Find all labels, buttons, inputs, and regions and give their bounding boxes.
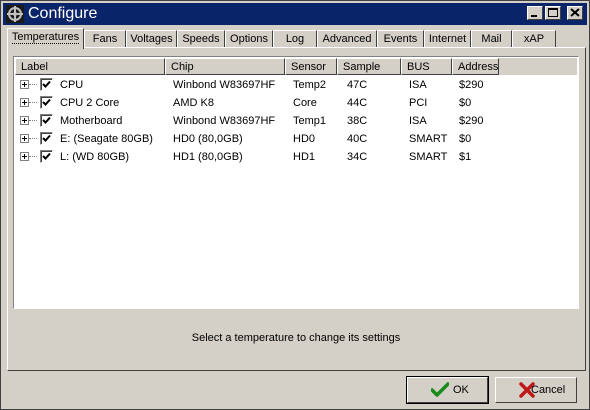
cell-chip: HD1 (80,0GB)	[173, 151, 243, 163]
minimize-icon	[531, 15, 537, 17]
cell-sample: 44C	[347, 97, 368, 109]
cell-sensor: Core	[293, 97, 317, 109]
cell-address: $290	[459, 115, 484, 127]
tab-internet[interactable]: Internet	[424, 30, 471, 48]
tab-advanced[interactable]: Advanced	[317, 30, 377, 48]
cell-bus: ISA	[409, 115, 427, 127]
title-bar[interactable]: Configure	[3, 3, 587, 25]
cell-bus: SMART	[409, 133, 448, 145]
sensor-list[interactable]: Label Chip Sensor Sample BUS Address CPU…	[13, 56, 579, 309]
status-text: Select a temperature to change its setti…	[191, 332, 401, 344]
tab-xap[interactable]: xAP	[512, 30, 556, 48]
row-checkbox[interactable]	[40, 96, 53, 109]
row-checkbox[interactable]	[40, 114, 53, 127]
tab-events[interactable]: Events	[377, 30, 424, 48]
cell-bus: ISA	[409, 79, 427, 91]
ok-label: OK	[453, 384, 469, 396]
tab-voltages[interactable]: Voltages	[126, 30, 177, 48]
column-header-sensor[interactable]: Sensor	[285, 58, 337, 75]
row-checkbox[interactable]	[40, 78, 53, 91]
tree-connector	[29, 84, 37, 85]
column-header-chip[interactable]: Chip	[165, 58, 285, 75]
cell-chip: Winbond W83697HF	[173, 115, 276, 127]
cell-label: L: (WD 80GB)	[60, 151, 130, 163]
cell-address: $0	[459, 97, 472, 109]
table-row[interactable]: E: (Seagate 80GB) HD0 (80,0GB) HD0 40C S…	[15, 130, 577, 148]
tab-fans[interactable]: Fans	[84, 30, 126, 48]
row-checkbox[interactable]	[40, 150, 53, 163]
minimize-button[interactable]	[527, 6, 543, 20]
cell-sensor: HD0	[293, 133, 316, 145]
column-header-label[interactable]: Label	[15, 58, 165, 75]
cell-sample: 47C	[347, 79, 368, 91]
cell-address: $0	[459, 133, 472, 145]
cancel-button[interactable]: Cancel	[495, 377, 577, 403]
close-button[interactable]	[567, 6, 583, 20]
table-row[interactable]: CPU 2 Core AMD K8 Core 44C PCI $0	[15, 94, 577, 112]
tab-temperatures[interactable]: Temperatures	[7, 28, 84, 49]
checkmark-icon	[42, 116, 51, 124]
window-title: Configure	[28, 5, 98, 22]
configure-window: Configure Temperatures Fans Voltages Spe…	[0, 0, 590, 410]
cell-label: CPU 2 Core	[60, 97, 120, 109]
column-header-sample[interactable]: Sample	[337, 58, 401, 75]
expand-icon[interactable]	[20, 116, 29, 125]
column-header-address[interactable]: Address	[452, 58, 499, 75]
cell-bus: PCI	[409, 97, 428, 109]
cell-chip: AMD K8	[173, 97, 214, 109]
cell-bus: SMART	[409, 151, 448, 163]
tab-speeds[interactable]: Speeds	[177, 30, 225, 48]
tab-options[interactable]: Options	[225, 30, 273, 48]
close-icon	[570, 8, 580, 17]
cell-sensor: Temp2	[293, 79, 327, 91]
cell-address: $1	[459, 151, 472, 163]
tree-connector	[29, 120, 37, 121]
cell-sensor: HD1	[293, 151, 316, 163]
maximize-icon	[548, 8, 558, 17]
tree-connector	[29, 156, 37, 157]
checkmark-icon	[42, 80, 51, 88]
checkmark-icon	[42, 134, 51, 142]
maximize-button[interactable]	[545, 6, 561, 20]
cell-sensor: Temp1	[293, 115, 327, 127]
table-row[interactable]: L: (WD 80GB) HD1 (80,0GB) HD1 34C SMART …	[15, 148, 577, 166]
tree-connector	[29, 138, 37, 139]
tab-strip: Temperatures Fans Voltages Speeds Option…	[7, 28, 587, 49]
tab-log[interactable]: Log	[273, 30, 317, 48]
cell-sample: 40C	[347, 133, 368, 145]
expand-icon[interactable]	[20, 152, 29, 161]
column-header-bus[interactable]: BUS	[401, 58, 452, 75]
tab-mail[interactable]: Mail	[471, 30, 512, 48]
table-row[interactable]: Motherboard Winbond W83697HF Temp1 38C I…	[15, 112, 577, 130]
checkmark-icon	[42, 152, 51, 160]
table-row[interactable]: CPU Winbond W83697HF Temp2 47C ISA $290	[15, 76, 577, 94]
checkmark-icon	[42, 98, 51, 106]
cell-sample: 34C	[347, 151, 368, 163]
tab-label: Temperatures	[11, 31, 80, 44]
tree-connector	[29, 102, 37, 103]
expand-icon[interactable]	[20, 134, 29, 143]
ok-button[interactable]: OK	[406, 376, 489, 404]
expand-icon[interactable]	[20, 80, 29, 89]
cell-sample: 38C	[347, 115, 368, 127]
cell-label: E: (Seagate 80GB)	[60, 133, 153, 145]
cell-chip: HD0 (80,0GB)	[173, 133, 243, 145]
cell-label: Motherboard	[60, 115, 123, 127]
cell-chip: Winbond W83697HF	[173, 79, 276, 91]
cancel-label: Cancel	[531, 384, 566, 396]
row-checkbox[interactable]	[40, 132, 53, 145]
expand-icon[interactable]	[20, 98, 29, 107]
list-header: Label Chip Sensor Sample BUS Address	[15, 58, 577, 75]
app-icon	[6, 5, 24, 23]
cell-label: CPU	[60, 79, 84, 91]
cell-address: $290	[459, 79, 484, 91]
checkmark-icon	[431, 382, 449, 397]
